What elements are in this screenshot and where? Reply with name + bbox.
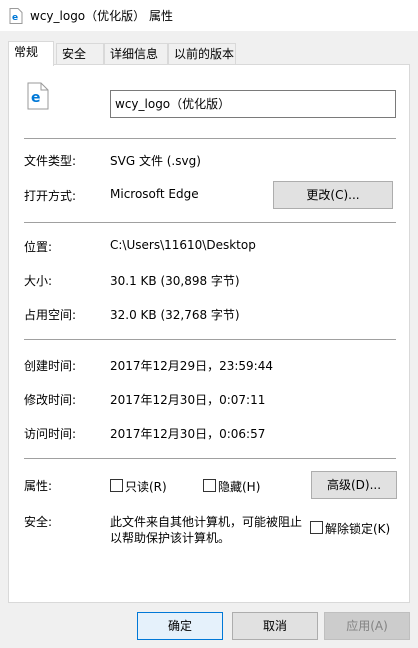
open-with-label: 打开方式: [24, 189, 77, 203]
location-label: 位置: [24, 240, 53, 254]
tab-details[interactable]: 详细信息 [104, 43, 168, 65]
svg-file-icon: e [27, 82, 49, 110]
hidden-label[interactable]: 隐藏(H) [218, 478, 260, 495]
file-type-label: 文件类型: [24, 154, 77, 168]
divider [24, 458, 396, 459]
size-on-disk-label: 占用空间: [24, 308, 77, 322]
created-label: 创建时间: [24, 359, 77, 373]
hidden-checkbox[interactable] [203, 479, 216, 492]
size-value: 30.1 KB (30,898 字节) [110, 274, 240, 288]
divider [24, 222, 396, 223]
created-value: 2017年12月29日，23:59:44 [110, 359, 273, 373]
accessed-label: 访问时间: [24, 427, 77, 441]
ok-button[interactable]: 确定 [137, 612, 223, 640]
advanced-button[interactable]: 高级(D)... [311, 471, 397, 499]
modified-label: 修改时间: [24, 393, 77, 407]
accessed-value: 2017年12月30日，0:06:57 [110, 427, 266, 441]
svg-file-icon: e [9, 8, 23, 24]
open-with-value: Microsoft Edge [110, 187, 199, 201]
apply-button[interactable]: 应用(A) [324, 612, 410, 640]
cancel-button[interactable]: 取消 [232, 612, 318, 640]
unblock-label[interactable]: 解除锁定(K) [325, 520, 390, 537]
general-panel: e wcy_logo（优化版） 文件类型: SVG 文件 (.svg) 打开方式… [8, 64, 410, 603]
tab-security[interactable]: 安全 [56, 43, 104, 65]
location-value: C:\Users\11610\Desktop [110, 238, 256, 252]
svg-text:e: e [31, 90, 41, 106]
change-button[interactable]: 更改(C)... [273, 181, 393, 209]
tab-previous-versions[interactable]: 以前的版本 [168, 43, 236, 65]
divider [24, 339, 396, 340]
tab-general[interactable]: 常规 [8, 41, 54, 66]
file-type-value: SVG 文件 (.svg) [110, 154, 201, 168]
unblock-checkbox[interactable] [310, 521, 323, 534]
filename-input[interactable]: wcy_logo（优化版） [110, 90, 396, 118]
window-title: wcy_logo（优化版） 属性 [30, 9, 173, 23]
divider [24, 138, 396, 139]
modified-value: 2017年12月30日，0:07:11 [110, 393, 266, 407]
svg-text:e: e [12, 13, 18, 23]
title-bar: e wcy_logo（优化版） 属性 [0, 0, 418, 31]
security-message-line2: 以帮助保护该计算机。 [110, 531, 231, 545]
size-on-disk-value: 32.0 KB (32,768 字节) [110, 308, 240, 322]
readonly-label[interactable]: 只读(R) [125, 478, 167, 495]
readonly-checkbox[interactable] [110, 479, 123, 492]
security-message-line1: 此文件来自其他计算机，可能被阻止 [110, 515, 303, 529]
attributes-label: 属性: [24, 479, 53, 493]
size-label: 大小: [24, 274, 53, 288]
security-label: 安全: [24, 515, 53, 529]
